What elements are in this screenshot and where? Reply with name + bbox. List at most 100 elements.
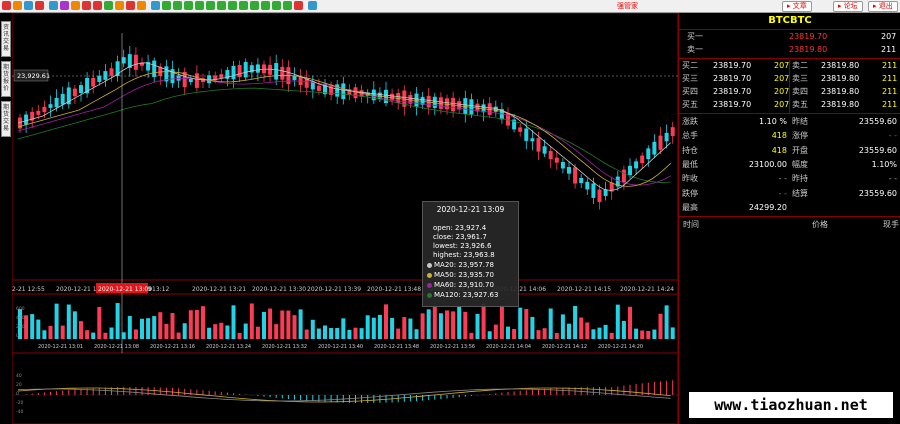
toolbar-tool-icon[interactable] — [239, 1, 248, 10]
volume-bar — [518, 307, 523, 339]
ask-price: 23819.80 — [821, 100, 860, 109]
candle-body — [664, 132, 669, 142]
forum-button-label: 论坛 — [843, 2, 858, 10]
toolbar-tool-icon[interactable] — [195, 1, 204, 10]
volume-bar — [304, 329, 309, 339]
toolbar-tool-icon[interactable] — [250, 1, 259, 10]
ask-volume: 211 — [882, 100, 898, 109]
bid-label: 买三 — [682, 74, 698, 83]
toolbar-tool-icon[interactable] — [217, 1, 226, 10]
quote-label: 最高 — [682, 202, 698, 212]
tab-futures-trade[interactable]: 期货交易 — [1, 101, 11, 137]
volume-bar — [194, 309, 199, 339]
toolbar-tool-icon[interactable] — [93, 1, 102, 10]
toolbar-tool-icon[interactable] — [294, 1, 303, 10]
toolbar-tool-icon[interactable] — [283, 1, 292, 10]
candle-body — [48, 104, 53, 108]
toolbar-tool-icon[interactable] — [261, 1, 270, 10]
volume-bar — [536, 330, 541, 339]
quote-value: 23559.60 — [858, 188, 897, 198]
quote-row: 涨跌 1.10 % 昨结 23559.60 — [679, 116, 900, 128]
candle-body — [79, 85, 83, 93]
volume-bar — [506, 326, 510, 339]
volume-bar — [335, 327, 340, 339]
candle-body — [579, 178, 584, 184]
quote-label: 幅度 — [792, 159, 808, 169]
divider — [789, 60, 790, 113]
bid-price: 23819.70 — [713, 61, 752, 70]
toolbar-tool-icon[interactable] — [173, 1, 182, 10]
toolbar-tool-icon[interactable] — [82, 1, 91, 10]
toolbar-tool-icon[interactable] — [24, 1, 33, 10]
toolbar-tool-icon[interactable] — [137, 1, 146, 10]
volume-bar — [286, 310, 291, 339]
toolbar-tool-icon[interactable] — [104, 1, 113, 10]
volume-bar — [670, 327, 675, 339]
volume-bar — [219, 322, 224, 339]
volume-bar — [329, 328, 334, 339]
toolbar-tool-icon[interactable] — [228, 1, 237, 10]
volume-bar — [597, 327, 602, 339]
toolbar-tool-icon[interactable] — [184, 1, 193, 10]
candle-body — [109, 68, 114, 76]
volume-bar — [60, 325, 65, 339]
volume-bar — [298, 309, 303, 339]
candle-body — [280, 66, 285, 80]
volume-bar — [109, 327, 114, 339]
volume-bar — [30, 314, 35, 339]
volume-bar — [146, 318, 151, 339]
volume-bar — [213, 324, 218, 339]
macd-tick: -40 — [16, 409, 23, 415]
toolbar-tool-icon[interactable] — [151, 1, 160, 10]
ask-label: 卖二 — [792, 61, 808, 70]
toolbar-tool-icon[interactable] — [115, 1, 124, 10]
toolbar-tool-icon[interactable] — [35, 1, 44, 10]
toolbar-tool-icon[interactable] — [60, 1, 69, 10]
toolbar-tool-icon[interactable] — [71, 1, 80, 10]
volume-bar — [66, 304, 71, 339]
volume-axis-label: 2020-12-21 14:12 — [542, 344, 587, 350]
bid-label: 买二 — [682, 61, 698, 70]
volume-bar — [432, 306, 437, 339]
toolbar-tool-icon[interactable] — [2, 1, 11, 10]
volume-bar — [54, 303, 59, 339]
toolbar-tool-icon[interactable] — [126, 1, 135, 10]
tab-news-trade[interactable]: 资讯交易 — [1, 21, 11, 57]
forum-button[interactable]: ▸ 论坛 — [833, 1, 863, 12]
volume-bar — [323, 325, 327, 339]
candle-body — [103, 71, 108, 80]
quote-panel: BTCBTC 买一 23819.70 207 卖一 23819.80 211 买… — [678, 13, 900, 424]
quote-value: - - — [778, 174, 787, 184]
volume-bar — [542, 328, 547, 339]
kline-chart[interactable]: 23,929.61 2-21 12:55 2020-12-21 13:01 2020-… — [12, 13, 678, 424]
toolbar-tool-icon[interactable] — [308, 1, 317, 10]
orderbook-label: 买一 — [687, 32, 703, 41]
tab-futures-quote[interactable]: 期货报价 — [1, 61, 11, 97]
volume-bar — [255, 326, 260, 339]
candle-body — [652, 141, 657, 155]
volume-bar — [621, 320, 626, 339]
time-axis-label: 13:12 — [152, 286, 169, 293]
volume-bar — [445, 310, 449, 339]
candle-body — [536, 138, 541, 152]
toolbar-tool-icon[interactable] — [272, 1, 281, 10]
candle-tooltip: 2020-12-21 13:09 open: 23,927.4 close: 2… — [422, 201, 519, 307]
time-axis-label: 2020-12-21 13:21 — [192, 286, 246, 293]
trades-header-time: 时间 — [683, 220, 699, 229]
quote-value: 1.10 % — [759, 117, 787, 126]
volume-bar — [493, 324, 498, 339]
volume-bar — [591, 329, 596, 339]
volume-bar — [585, 322, 590, 339]
candle-body — [518, 127, 523, 132]
toolbar-tool-icon[interactable] — [49, 1, 58, 10]
toolbar-tool-icon[interactable] — [162, 1, 171, 10]
exit-button[interactable]: ▸ 退出 — [868, 1, 898, 12]
volume-tick: 200 — [16, 324, 25, 330]
bid-volume: 207 — [774, 61, 790, 70]
toolbar-tool-icon[interactable] — [13, 1, 22, 10]
volume-bar — [158, 312, 163, 339]
tooltip-ma20-text: MA20: 23,957.78 — [434, 261, 494, 269]
volume-bar — [133, 329, 138, 339]
toolbar-tool-icon[interactable] — [206, 1, 215, 10]
doc-button[interactable]: ▸ 文章 — [782, 1, 812, 12]
